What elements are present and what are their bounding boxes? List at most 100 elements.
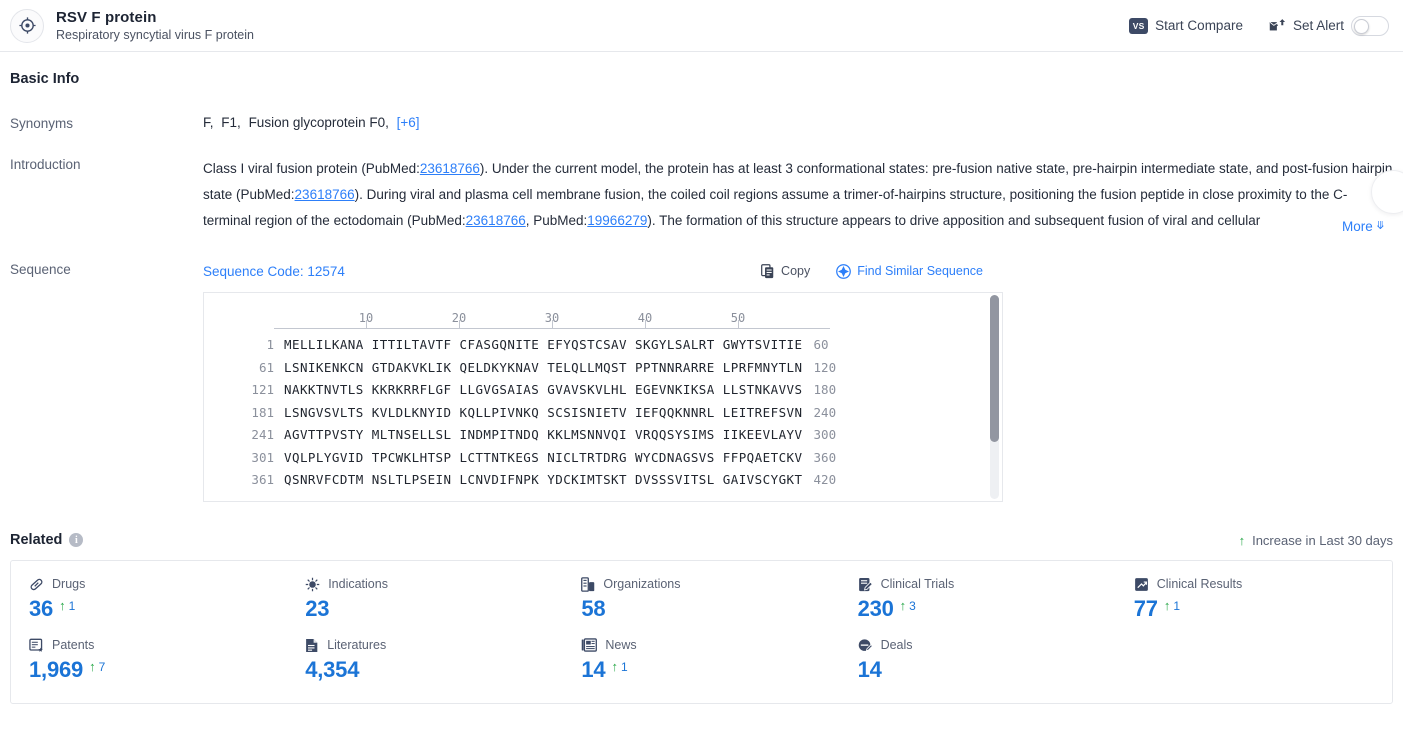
sequence-line: 1 MELLILKANA ITTILTAVTF CFASGQNITE EFYQS… xyxy=(204,337,988,360)
sequence-residues: AGVTTPVSTY MLTNSELLSL INDMPITNDQ KKLMSNN… xyxy=(284,427,803,442)
arrow-up-icon: ↑ xyxy=(611,659,618,674)
set-alert-label: Set Alert xyxy=(1292,18,1344,33)
card-header: Deals xyxy=(858,636,1098,654)
target-crosshair-icon xyxy=(18,17,36,34)
intro-part: Class I viral fusion protein (PubMed: xyxy=(203,161,420,176)
card-value-wrap: 14 xyxy=(858,657,1098,683)
card-value-wrap: 77 ↑ 1 xyxy=(1134,596,1374,622)
related-card-clinical-results[interactable]: Clinical Results 77 ↑ 1 xyxy=(1116,575,1392,636)
card-header: Clinical Trials xyxy=(858,575,1098,593)
arrow-up-icon: ↑ xyxy=(59,598,66,613)
related-card-patents[interactable]: Patents 1,969 ↑ 7 xyxy=(11,636,287,697)
card-label: Indications xyxy=(328,577,388,591)
sequence-start-index: 301 xyxy=(251,449,274,465)
introduction-text: Class I viral fusion protein (PubMed:236… xyxy=(203,156,1393,234)
card-value: 230 xyxy=(857,596,894,621)
delta-value: 1 xyxy=(68,599,76,613)
introduction-value: Class I viral fusion protein (PubMed:236… xyxy=(203,156,1403,234)
ruler-number: 50 xyxy=(730,311,746,325)
sequence-scrollbar[interactable] xyxy=(990,295,999,499)
delta-value: 3 xyxy=(909,599,916,613)
card-value-wrap: 58 xyxy=(581,596,821,622)
ruler-number: 30 xyxy=(544,311,560,325)
related-header: Related i ↑ Increase in Last 30 days xyxy=(10,532,1393,548)
copy-label: Copy xyxy=(781,264,811,278)
synonyms-more-link[interactable]: [+6] xyxy=(397,115,420,130)
related-card-indications[interactable]: Indications 23 xyxy=(287,575,563,636)
arrow-up-icon: ↑ xyxy=(89,659,96,674)
find-similar-sequence-button[interactable]: Find Similar Sequence xyxy=(836,263,983,279)
sequence-line: 181 LSNGVSVLTS KVLDLKNYID KQLLPIVNKQ SCS… xyxy=(204,405,988,428)
basic-info-title: Basic Info xyxy=(10,71,80,87)
sequence-end-index: 180 xyxy=(813,382,837,397)
page-content: Basic Info Synonyms F, F1, Fusion glycop… xyxy=(0,71,1403,704)
pubmed-link[interactable]: 23618766 xyxy=(295,187,355,202)
delta-value: 1 xyxy=(1173,599,1181,613)
pubmed-link[interactable]: 23618766 xyxy=(466,213,526,228)
pubmed-link[interactable]: 23618766 xyxy=(420,161,480,176)
sequence-residues: NAKKTNVTLS KKRKRRFLGF LLGVGSAIAS GVAVSKV… xyxy=(284,382,803,397)
related-card-clinical-trials[interactable]: Clinical Trials 230 ↑ 3 xyxy=(840,575,1116,636)
card-header: Literatures xyxy=(305,636,545,654)
sequence-start-index: 181 xyxy=(251,404,274,420)
scrollbar-thumb[interactable] xyxy=(990,295,999,442)
sequence-start-index: 241 xyxy=(251,427,274,442)
introduction-more-button[interactable]: More ⤋ xyxy=(1332,219,1385,234)
card-delta: ↑ 1 xyxy=(611,657,628,675)
card-label: Literatures xyxy=(327,638,387,652)
header-actions: VS Start Compare Set Alert xyxy=(1129,15,1389,36)
start-compare-button[interactable]: VS Start Compare xyxy=(1129,17,1243,34)
document-lines-icon xyxy=(306,638,318,652)
card-value-wrap: 4,354 xyxy=(305,657,545,683)
arrow-up-icon: ↑ xyxy=(1163,598,1171,613)
card-label: News xyxy=(605,638,637,652)
ruler-baseline xyxy=(274,328,830,329)
delta-value: 7 xyxy=(98,660,106,674)
related-card-organizations[interactable]: Organizations 58 xyxy=(563,575,839,636)
related-card-news[interactable]: News 14 ↑ 1 xyxy=(563,636,839,697)
synonym-item: F1, xyxy=(221,115,241,130)
sequence-code[interactable]: Sequence Code: 12574 xyxy=(203,264,345,279)
chart-arrow-icon xyxy=(1134,577,1148,591)
handshake-tag-icon xyxy=(858,638,873,651)
sequence-residues: MELLILKANA ITTILTAVTF CFASGQNITE EFYQSTC… xyxy=(284,337,803,352)
card-value: 4,354 xyxy=(305,657,360,682)
sequence-start-index: 1 xyxy=(266,337,274,352)
entity-logo xyxy=(10,8,44,43)
card-value: 1,969 xyxy=(29,657,84,682)
delta-value: 1 xyxy=(620,660,628,674)
sequence-end-index: 360 xyxy=(813,449,837,465)
info-icon[interactable]: i xyxy=(69,533,84,547)
sequence-start-index: 121 xyxy=(251,382,274,397)
sequence-end-index: 420 xyxy=(813,472,837,487)
card-value: 14 xyxy=(581,657,606,682)
synonym-item: F, xyxy=(203,115,214,130)
sequence-line: 361 QSNRVFCDTM NSLTLPSEIN LCNVDIFNPK YDC… xyxy=(204,472,988,495)
card-value-wrap: 36 ↑ 1 xyxy=(29,596,269,622)
related-title: Related xyxy=(10,532,63,548)
entity-heading: RSV F protein Respiratory syncytial viru… xyxy=(56,9,254,43)
sequence-value: Sequence Code: 12574 Copy Find Similar S… xyxy=(203,261,1393,502)
set-alert-control[interactable]: Set Alert xyxy=(1269,15,1389,36)
pubmed-link[interactable]: 19966279 xyxy=(587,213,647,228)
sequence-line: 241 AGVTTPVSTY MLTNSELLSL INDMPITNDQ KKL… xyxy=(204,427,988,450)
legend-label: Increase in Last 30 days xyxy=(1252,532,1393,548)
copy-sequence-button[interactable]: Copy xyxy=(761,263,811,279)
synonyms-label: Synonyms xyxy=(10,116,74,131)
related-card-drugs[interactable]: Drugs 36 ↑ 1 xyxy=(11,575,287,636)
set-alert-toggle[interactable] xyxy=(1351,15,1389,36)
related-card-literatures[interactable]: Literatures 4,354 xyxy=(287,636,563,697)
card-label: Drugs xyxy=(52,577,86,591)
page-subtitle: Respiratory syncytial virus F protein xyxy=(56,27,254,42)
sequence-start-index: 361 xyxy=(251,472,274,487)
sequence-end-index: 60 xyxy=(813,337,829,352)
card-label: Clinical Results xyxy=(1156,577,1243,591)
card-label: Organizations xyxy=(603,577,681,591)
synonyms-value: F, F1, Fusion glycoprotein F0, [+6] xyxy=(203,115,1393,131)
sequence-viewer[interactable]: 10 20 30 40 50 1 MELLILKANA ITTILTAVTF C… xyxy=(203,292,1003,502)
card-delta: ↑ 7 xyxy=(89,657,106,675)
card-value: 77 xyxy=(1133,596,1158,621)
related-card-deals[interactable]: Deals 14 xyxy=(840,636,1116,697)
card-delta: ↑ 1 xyxy=(59,596,76,614)
sequence-line: 301 VQLPLYGVID TPCWKLHTSP LCTTNTKEGS NIC… xyxy=(204,450,988,473)
